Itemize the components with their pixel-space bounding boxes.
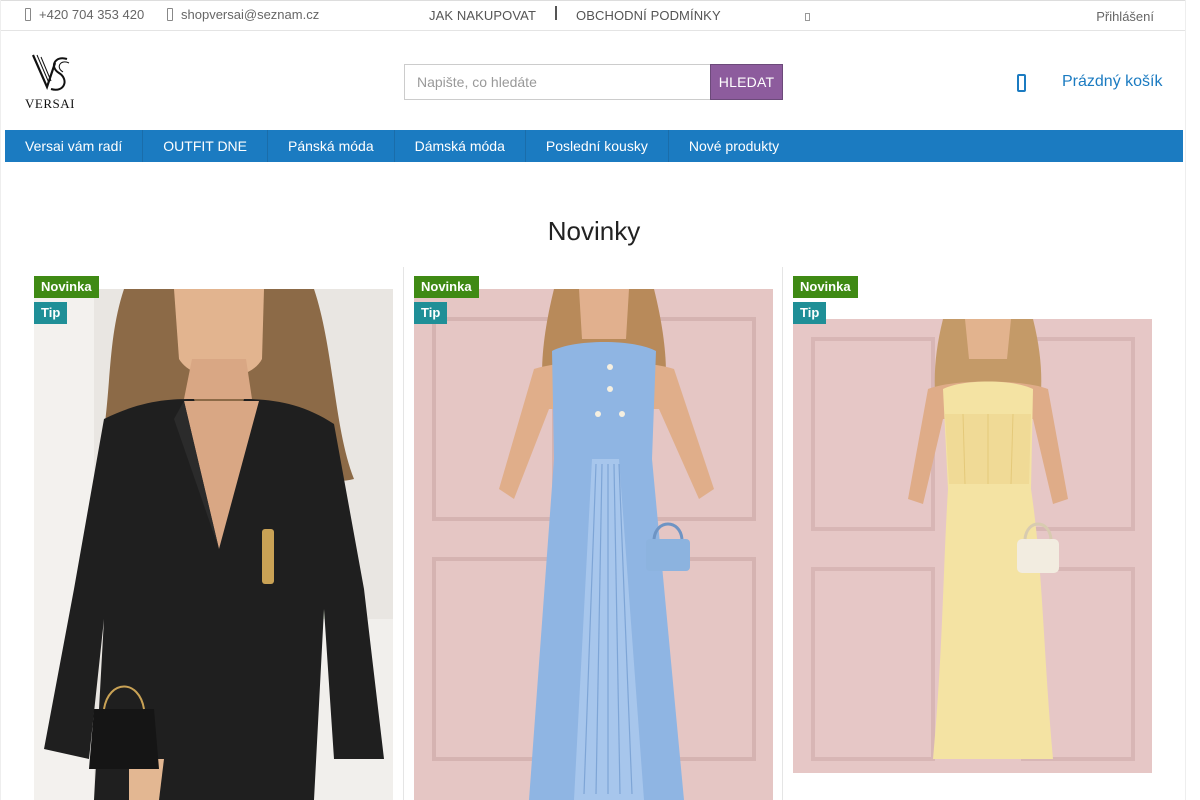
flag-tip: Tip bbox=[414, 302, 448, 324]
product-card[interactable]: Novinka Tip bbox=[403, 267, 782, 800]
login-link[interactable]: Přihlášení bbox=[1096, 9, 1154, 24]
nav-item-men[interactable]: Pánská móda bbox=[268, 130, 395, 162]
flag-new: Novinka bbox=[34, 276, 99, 298]
phone-icon bbox=[25, 8, 31, 21]
top-bar: +420 704 353 420 shopversai@seznam.cz JA… bbox=[1, 0, 1185, 31]
search-input[interactable] bbox=[404, 64, 710, 100]
flag-tip: Tip bbox=[793, 302, 827, 324]
flag-new: Novinka bbox=[793, 276, 858, 298]
product-image[interactable] bbox=[414, 289, 773, 800]
search-button[interactable]: HLEDAT bbox=[710, 64, 783, 100]
link-separator bbox=[555, 5, 558, 20]
page: +420 704 353 420 shopversai@seznam.cz JA… bbox=[0, 0, 1186, 800]
link-terms[interactable]: OBCHODNÍ PODMÍNKY bbox=[576, 8, 721, 23]
email-address[interactable]: shopversai@seznam.cz bbox=[181, 7, 319, 22]
main-nav: Versai vám radí OUTFIT DNE Pánská móda D… bbox=[5, 130, 1183, 162]
flag-new: Novinka bbox=[414, 276, 479, 298]
cart-icon[interactable] bbox=[1017, 74, 1026, 92]
header: VERSAI HLEDAT Prázdný košík bbox=[1, 31, 1185, 129]
flag-tip: Tip bbox=[34, 302, 68, 324]
phone-number[interactable]: +420 704 353 420 bbox=[39, 7, 144, 22]
product-card[interactable]: Novinka Tip bbox=[24, 267, 403, 800]
logo-wordmark: VERSAI bbox=[25, 96, 75, 111]
section-title: Novinky bbox=[547, 216, 641, 246]
product-image[interactable] bbox=[793, 319, 1152, 773]
nav-item-new-products[interactable]: Nové produkty bbox=[669, 130, 799, 162]
cart-link[interactable]: Prázdný košík bbox=[1062, 73, 1162, 91]
nav-item-advice[interactable]: Versai vám radí bbox=[5, 130, 144, 162]
dropdown-icon[interactable] bbox=[805, 13, 810, 21]
nav-item-last-pieces[interactable]: Poslední kousky bbox=[526, 130, 669, 162]
email-icon bbox=[167, 8, 173, 21]
product-card[interactable]: Novinka Tip bbox=[782, 267, 1161, 800]
email-contact[interactable]: shopversai@seznam.cz bbox=[167, 7, 319, 22]
nav-item-outfit[interactable]: OUTFIT DNE bbox=[143, 130, 269, 162]
link-how-to-shop[interactable]: JAK NAKUPOVAT bbox=[429, 8, 536, 23]
product-grid: Novinka Tip Novinka Tip Novinka Tip bbox=[24, 267, 1172, 800]
product-image[interactable] bbox=[34, 289, 393, 800]
top-links: JAK NAKUPOVAT OBCHODNÍ PODMÍNKY bbox=[429, 5, 721, 23]
search-form: HLEDAT bbox=[404, 64, 783, 100]
phone-contact[interactable]: +420 704 353 420 bbox=[25, 7, 144, 22]
nav-item-women[interactable]: Dámská móda bbox=[395, 130, 526, 162]
